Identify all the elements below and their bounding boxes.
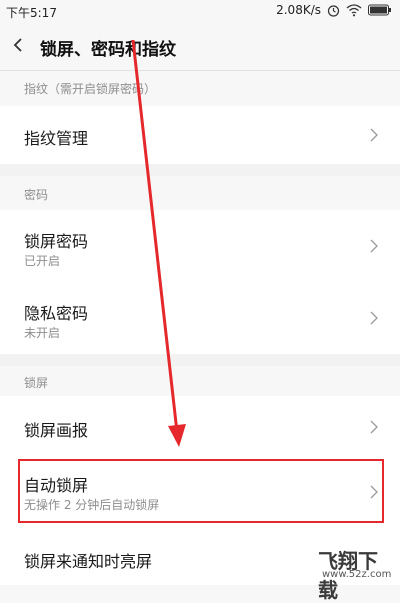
watermark-logo: 飞翔下载 www.52z.com	[300, 545, 394, 602]
annotation-arrow	[131, 39, 186, 447]
watermark-url: www.52z.com	[322, 569, 392, 580]
